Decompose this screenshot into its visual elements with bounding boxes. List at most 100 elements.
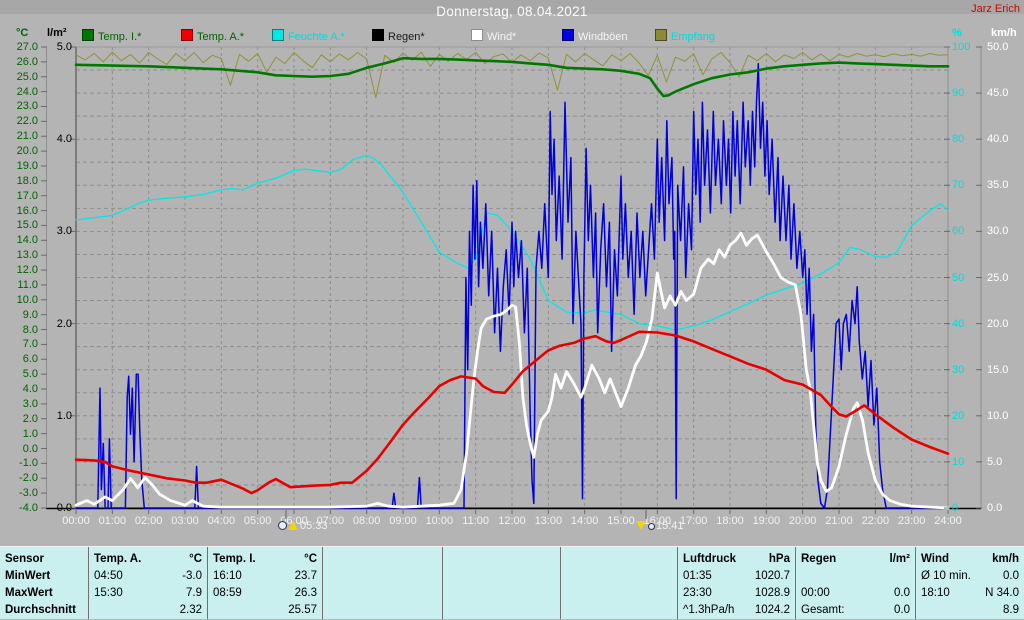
table-cell: °C	[189, 553, 202, 565]
humidity-tick-label: 30	[952, 363, 965, 376]
humidity-tick-label: 70	[952, 179, 965, 192]
humidity-tick-label: 50	[952, 271, 965, 284]
windspeed-tick-label: 10.0	[987, 409, 1009, 422]
sunrise-marker: 05:33	[278, 520, 328, 534]
table-row	[566, 552, 672, 569]
table-row: 25.57	[213, 603, 317, 620]
legend-swatch-icon	[82, 29, 94, 41]
temp-tick-label: -4.0	[19, 502, 38, 514]
temp-tick-label: 20.0	[16, 145, 38, 158]
table-cell: 16:10	[213, 570, 242, 582]
table-row	[566, 603, 672, 620]
table-row	[448, 569, 555, 586]
temp-tick-label: 1.0	[22, 427, 38, 440]
humidity-tick-label: 20	[952, 409, 965, 422]
time-label: 12:00	[498, 515, 526, 527]
table-row: MaxWert	[5, 586, 83, 603]
table-cell: 0.0	[894, 587, 910, 599]
table-cell: 23:30	[683, 587, 712, 599]
windspeed-tick-label: 25.0	[987, 271, 1009, 284]
temp-tick-label: 17.0	[16, 189, 38, 202]
table-cell: ^1.3hPa/h	[683, 604, 735, 616]
stats-table: Sensor MinWert MaxWert Durchschnitt Temp. A.…	[0, 546, 1024, 619]
table-row: Regen l/m²	[801, 552, 910, 569]
temp-tick-label: 3.0	[22, 397, 38, 410]
temp-tick-label: -2.0	[19, 472, 38, 485]
table-row	[566, 569, 672, 586]
rain-tick-label: 2.0	[56, 317, 72, 330]
time-label: 05:00	[243, 515, 272, 527]
table-row: 15:30 7.9	[94, 586, 202, 603]
time-label: 24:00	[934, 515, 962, 527]
time-label: 11:00	[462, 515, 490, 527]
temp-tick-label: 6.0	[22, 353, 38, 366]
table-cell: hPa	[768, 553, 790, 565]
windspeed-tick-label: 0.0	[987, 502, 1003, 514]
table-cell: 0.0	[894, 604, 910, 616]
humidity-tick-label: 10	[952, 455, 965, 468]
table-cell: km/h	[992, 553, 1019, 565]
stats-column	[442, 547, 560, 619]
legend-swatch-icon	[471, 29, 483, 41]
temp-tick-label: 11.0	[17, 278, 38, 291]
table-row: 8.9	[921, 603, 1019, 620]
table-row: 18:10 N 34.0	[921, 586, 1019, 603]
temp-tick-label: 4.0	[22, 383, 38, 396]
table-cell: Ø 10 min.	[921, 570, 971, 582]
table-cell: 25.57	[288, 604, 317, 616]
temp-tick-label: -1.0	[19, 457, 38, 470]
temp-tick-label: 26.0	[16, 55, 38, 68]
sunrise-time: 05:33	[300, 520, 328, 532]
table-row: Sensor	[5, 552, 83, 569]
stats-column: Sensor MinWert MaxWert Durchschnitt	[0, 547, 88, 619]
temp-tick-label: 12.0	[16, 264, 38, 277]
legend-label: Windböen	[578, 31, 628, 43]
temp-tick-label: 9.0	[22, 308, 38, 321]
table-cell: l/m²	[889, 553, 910, 565]
temp-tick-label: 10.0	[16, 293, 38, 306]
windspeed-tick-label: 20.0	[987, 317, 1009, 330]
table-row: 2.32	[94, 603, 202, 620]
table-cell: 23.7	[294, 570, 317, 582]
sunset-time: 15:41	[656, 520, 684, 532]
windspeed-tick-label: 30.0	[987, 225, 1009, 238]
windspeed-tick-label: 40.0	[987, 133, 1009, 146]
table-row: Gesamt: 0.0	[801, 603, 910, 620]
time-label: 04:00	[207, 515, 236, 527]
table-cell: Gesamt:	[801, 604, 845, 616]
table-row: Temp. A. °C	[94, 552, 202, 569]
series-windb-en	[75, 62, 949, 509]
table-row	[448, 586, 555, 603]
temp-tick-label: 2.0	[22, 412, 38, 425]
legend-swatch-icon	[181, 29, 193, 41]
table-row	[328, 552, 437, 569]
time-label: 00:00	[62, 515, 90, 527]
table-cell: Durchschnitt	[5, 604, 76, 616]
sunset-marker: 15:41	[636, 520, 684, 534]
table-row	[328, 569, 437, 586]
temp-tick-label: 8.0	[22, 323, 38, 336]
legend-item-windb-en: Windböen	[562, 29, 628, 43]
table-row: Ø 10 min. 0.0	[921, 569, 1019, 586]
time-label: 20:00	[788, 515, 817, 527]
temp-tick-label: 5.0	[22, 368, 38, 381]
table-cell: Regen	[801, 553, 837, 565]
table-cell: N 34.0	[985, 587, 1019, 599]
table-cell: 08:59	[213, 587, 242, 599]
table-cell: 04:50	[94, 570, 123, 582]
rain-tick-label: 0.0	[56, 502, 72, 514]
humidity-tick-label: 80	[952, 133, 965, 146]
table-row: Durchschnitt	[5, 603, 83, 620]
legend-item-temp-a-: Temp. A.*	[181, 29, 244, 43]
table-cell: 8.9	[1003, 604, 1019, 616]
time-label: 02:00	[134, 515, 163, 527]
legend-item-temp-i-: Temp. I.*	[82, 29, 141, 43]
time-label: 14:00	[570, 515, 599, 527]
table-cell: 00:00	[801, 587, 830, 599]
temp-tick-label: 15.0	[16, 219, 38, 232]
windspeed-tick-label: 15.0	[987, 363, 1009, 376]
legend-item-regen-: Regen*	[372, 29, 425, 43]
temp-tick-label: 13.0	[16, 249, 38, 262]
table-row: 04:50 -3.0	[94, 569, 202, 586]
legend-label: Wind*	[487, 31, 517, 43]
